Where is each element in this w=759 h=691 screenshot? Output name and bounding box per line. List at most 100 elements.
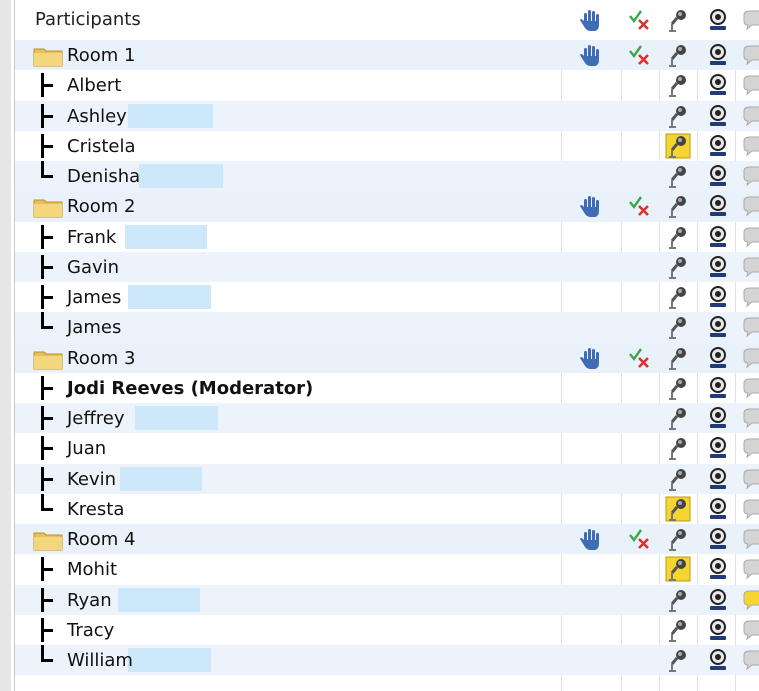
microphone-icon[interactable] [665, 587, 691, 613]
room-row[interactable]: Room 4 [15, 524, 759, 555]
microphone-icon[interactable] [665, 314, 691, 340]
webcam-icon[interactable] [705, 7, 731, 33]
microphone-icon[interactable] [665, 496, 691, 522]
check-x-icon[interactable] [627, 345, 653, 371]
microphone-icon[interactable] [665, 466, 691, 492]
participant-tree[interactable]: Room 1 Albert Ashley Cristela Denisha Ro… [15, 40, 759, 676]
webcam-icon[interactable] [705, 496, 731, 522]
room-row[interactable]: Room 3 [15, 342, 759, 373]
webcam-icon[interactable] [705, 587, 731, 613]
chat-bubble-icon[interactable] [740, 163, 759, 189]
check-x-icon[interactable] [627, 526, 653, 552]
room-row[interactable]: Room 1 [15, 40, 759, 71]
participant-row[interactable]: James [15, 312, 759, 343]
chat-bubble-icon[interactable] [740, 375, 759, 401]
webcam-icon[interactable] [705, 133, 731, 159]
participant-row[interactable]: Tracy [15, 615, 759, 645]
chat-bubble-icon[interactable] [740, 617, 759, 643]
raise-hand-icon[interactable] [578, 193, 604, 219]
participant-row[interactable]: James [15, 282, 759, 312]
chat-bubble-icon[interactable] [740, 7, 759, 33]
participant-row[interactable]: Mohit [15, 554, 759, 584]
microphone-icon[interactable] [665, 526, 691, 552]
room-label: Room 4 [67, 529, 136, 550]
webcam-icon[interactable] [705, 103, 731, 129]
participant-row[interactable]: Jodi Reeves (Moderator) [15, 373, 759, 403]
room-row[interactable]: Room 2 [15, 191, 759, 222]
webcam-icon[interactable] [705, 314, 731, 340]
check-x-icon[interactable] [627, 42, 653, 68]
webcam-icon[interactable] [705, 466, 731, 492]
chat-bubble-icon[interactable] [740, 345, 759, 371]
webcam-icon[interactable] [705, 617, 731, 643]
participant-name: Cristela [67, 135, 136, 157]
chat-bubble-icon[interactable] [740, 556, 759, 582]
microphone-icon[interactable] [665, 435, 691, 461]
participant-row[interactable]: Jeffrey [15, 403, 759, 434]
chat-bubble-icon[interactable] [740, 72, 759, 98]
chat-bubble-icon[interactable] [740, 133, 759, 159]
chat-bubble-icon[interactable] [740, 224, 759, 250]
participant-row[interactable]: Juan [15, 433, 759, 463]
participant-row[interactable]: Ashley [15, 100, 759, 131]
participant-row[interactable]: Denisha [15, 161, 759, 192]
microphone-icon[interactable] [665, 72, 691, 98]
microphone-icon[interactable] [665, 647, 691, 673]
participant-row[interactable]: Kevin [15, 463, 759, 494]
participant-row[interactable]: Gavin [15, 251, 759, 282]
webcam-icon[interactable] [705, 72, 731, 98]
microphone-icon[interactable] [665, 284, 691, 310]
webcam-icon[interactable] [705, 375, 731, 401]
microphone-icon[interactable] [665, 617, 691, 643]
webcam-icon[interactable] [705, 345, 731, 371]
participant-row[interactable]: Ryan [15, 584, 759, 615]
chat-bubble-icon[interactable] [740, 314, 759, 340]
microphone-icon[interactable] [665, 556, 691, 582]
participant-row[interactable]: Frank [15, 222, 759, 252]
webcam-icon[interactable] [705, 435, 731, 461]
chat-bubble-icon[interactable] [740, 193, 759, 219]
chat-bubble-icon[interactable] [740, 526, 759, 552]
participant-row[interactable]: Cristela [15, 131, 759, 161]
microphone-icon[interactable] [665, 42, 691, 68]
participant-row[interactable]: Kresta [15, 493, 759, 524]
chat-bubble-icon[interactable] [740, 405, 759, 431]
chat-bubble-icon[interactable] [740, 435, 759, 461]
microphone-icon[interactable] [665, 193, 691, 219]
webcam-icon[interactable] [705, 556, 731, 582]
microphone-icon[interactable] [665, 163, 691, 189]
chat-bubble-icon[interactable] [740, 587, 759, 613]
chat-bubble-icon[interactable] [740, 103, 759, 129]
microphone-icon[interactable] [665, 345, 691, 371]
participant-row[interactable]: William [15, 645, 759, 676]
chat-bubble-icon[interactable] [740, 284, 759, 310]
microphone-icon[interactable] [665, 133, 691, 159]
microphone-icon[interactable] [665, 103, 691, 129]
webcam-icon[interactable] [705, 647, 731, 673]
chat-bubble-icon[interactable] [740, 42, 759, 68]
microphone-icon[interactable] [665, 375, 691, 401]
microphone-icon[interactable] [665, 7, 691, 33]
chat-bubble-icon[interactable] [740, 647, 759, 673]
webcam-icon[interactable] [705, 526, 731, 552]
check-x-icon[interactable] [627, 193, 653, 219]
microphone-icon[interactable] [665, 224, 691, 250]
raise-hand-icon[interactable] [578, 42, 604, 68]
chat-bubble-icon[interactable] [740, 466, 759, 492]
webcam-icon[interactable] [705, 163, 731, 189]
webcam-icon[interactable] [705, 284, 731, 310]
chat-bubble-icon[interactable] [740, 254, 759, 280]
raise-hand-icon[interactable] [578, 7, 604, 33]
chat-bubble-icon[interactable] [740, 496, 759, 522]
raise-hand-icon[interactable] [578, 526, 604, 552]
participant-row[interactable]: Albert [15, 70, 759, 100]
webcam-icon[interactable] [705, 42, 731, 68]
raise-hand-icon[interactable] [578, 345, 604, 371]
check-x-icon[interactable] [627, 7, 653, 33]
microphone-icon[interactable] [665, 405, 691, 431]
webcam-icon[interactable] [705, 224, 731, 250]
webcam-icon[interactable] [705, 405, 731, 431]
microphone-icon[interactable] [665, 254, 691, 280]
webcam-icon[interactable] [705, 254, 731, 280]
webcam-icon[interactable] [705, 193, 731, 219]
